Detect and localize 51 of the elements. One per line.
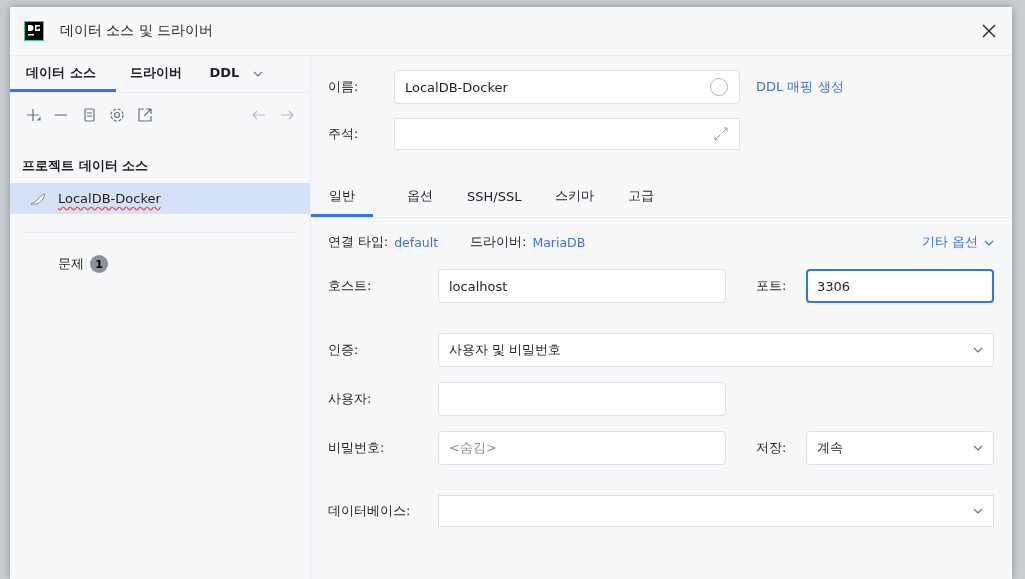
chevron-down-icon (973, 508, 983, 514)
port-field[interactable]: 3306 (806, 269, 994, 303)
more-options-link[interactable]: 기타 옵션 (922, 234, 978, 251)
field-label: 비밀번호: (328, 439, 386, 457)
chevron-down-icon (253, 71, 264, 77)
problem-count: 1 (90, 255, 108, 273)
field-placeholder: <숨김> (449, 439, 497, 457)
user-field[interactable] (438, 382, 726, 416)
field-label: 데이터베이스: (328, 502, 412, 520)
field-label: 호스트: (328, 277, 373, 295)
connection-type-label: 연결 타입: (328, 234, 389, 251)
name-field[interactable]: LocalDB-Docker (394, 70, 740, 104)
comment-field[interactable] (394, 118, 740, 150)
dolphin-icon (30, 192, 48, 205)
field-value: 사용자 및 비밀번호 (449, 341, 562, 359)
field-value: LocalDB-Docker (405, 79, 508, 95)
field-label: 이름: (328, 78, 360, 96)
section-title: 프로젝트 데이터 소스 (21, 157, 150, 175)
host-field[interactable]: localhost (438, 269, 726, 303)
ddl-mapping-link[interactable]: DDL 매핑 생성 (756, 78, 1012, 96)
auth-dropdown[interactable]: 사용자 및 비밀번호 (438, 333, 994, 367)
sidebar-tab[interactable]: 드라이버 (115, 56, 196, 92)
chevron-down-icon (984, 239, 994, 246)
app-logo-icon (24, 21, 44, 41)
field-label: 인증: (328, 341, 360, 359)
chevron-down-icon (973, 347, 983, 353)
field-value: 3306 (817, 278, 851, 294)
driver-link[interactable]: MariaDB (532, 235, 586, 250)
problems-label: 문제 (58, 255, 84, 273)
driver-label: 드라이버: (470, 234, 527, 251)
settings-tab[interactable]: 고급 (628, 178, 655, 217)
chevron-down-icon (973, 445, 983, 451)
sidebar-tab[interactable]: DDL (195, 56, 254, 92)
field-label: 주석: (328, 125, 360, 143)
settings-tab[interactable]: 스키마 (555, 178, 595, 217)
sidebar-tab[interactable]: 데이터 소스 (10, 56, 116, 92)
settings-tab[interactable]: 일반 (311, 178, 373, 217)
save-dropdown[interactable]: 계속 (806, 431, 994, 465)
circle-icon (709, 77, 729, 97)
field-label: 저장: (756, 439, 788, 457)
expand-icon (713, 126, 729, 142)
field-value: localhost (449, 278, 508, 294)
settings-tab[interactable]: SSH/SSL (467, 178, 522, 217)
field-label: 포트: (756, 277, 788, 295)
field-label: 사용자: (328, 390, 373, 408)
connection-type-link[interactable]: default (394, 235, 439, 250)
data-source-item[interactable]: LocalDB-Docker (10, 183, 310, 214)
field-value: 계속 (817, 439, 843, 457)
settings-tab[interactable]: 옵션 (407, 178, 433, 217)
window-title: 데이터 소스 및 드라이버 (60, 22, 215, 40)
database-dropdown[interactable] (438, 495, 994, 527)
